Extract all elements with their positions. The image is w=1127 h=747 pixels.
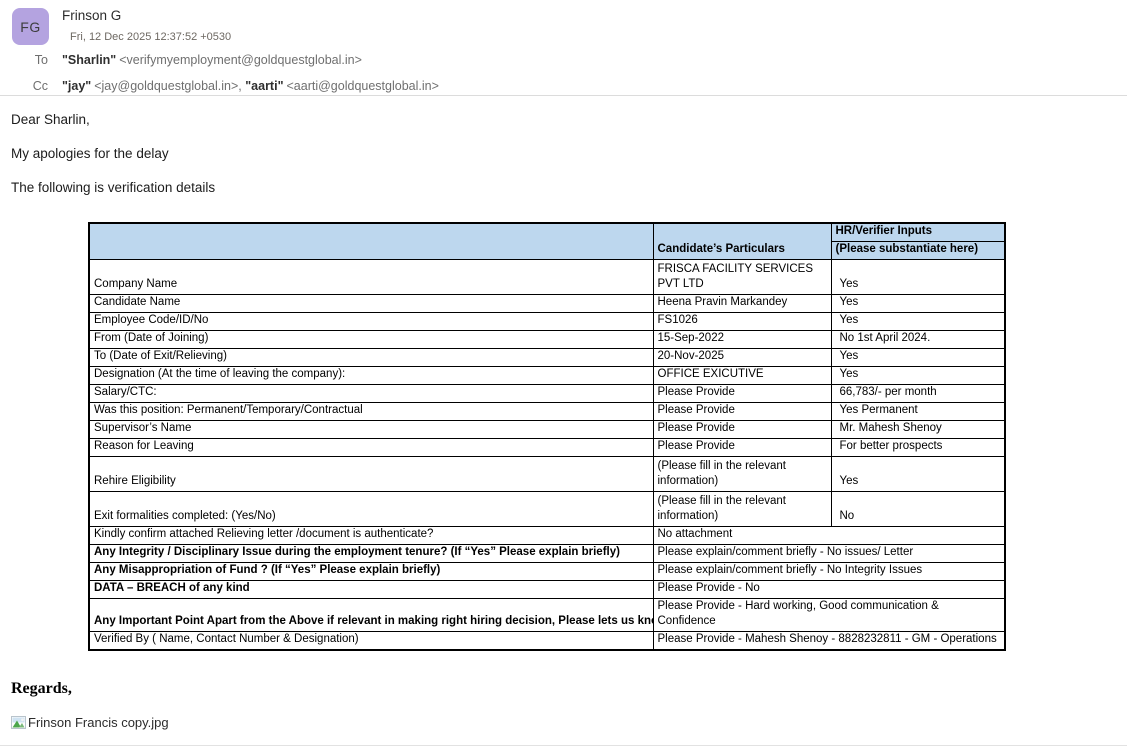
- row-particulars: Please Provide: [653, 439, 831, 457]
- row-particulars: Please explain/comment briefly - No issu…: [653, 545, 1005, 563]
- row-particulars: FS1026: [653, 313, 831, 331]
- table-row: Company NameFRISCA FACILITY SERVICES PVT…: [89, 260, 1005, 295]
- row-label: Reason for Leaving: [89, 439, 653, 457]
- table-row: To (Date of Exit/Relieving)20-Nov-2025Ye…: [89, 349, 1005, 367]
- recipient-name[interactable]: "aarti": [245, 79, 283, 93]
- header-hr-verifier-inputs: HR/Verifier Inputs: [831, 223, 1005, 242]
- row-label: Rehire Eligibility: [89, 457, 653, 492]
- table-row: Salary/CTC:Please Provide66,783/- per mo…: [89, 385, 1005, 403]
- row-label: Company Name: [89, 260, 653, 295]
- recipient-name[interactable]: "jay": [62, 79, 91, 93]
- row-particulars: Please Provide - Mahesh Shenoy - 8828232…: [653, 632, 1005, 651]
- cc-recipients: "jay"<jay@goldquestglobal.in>, "aarti"<a…: [62, 79, 439, 93]
- row-verifier-input: No 1st April 2024.: [831, 331, 1005, 349]
- header-divider: [0, 95, 1127, 96]
- recipient-address[interactable]: <aarti@goldquestglobal.in>: [287, 79, 439, 93]
- row-verifier-input: Mr. Mahesh Shenoy: [831, 421, 1005, 439]
- table-row: Any Integrity / Disciplinary Issue durin…: [89, 545, 1005, 563]
- row-verifier-input: Yes: [831, 349, 1005, 367]
- row-label: Designation (At the time of leaving the …: [89, 367, 653, 385]
- row-particulars: Please explain/comment briefly - No Inte…: [653, 563, 1005, 581]
- row-particulars: Heena Pravin Markandey: [653, 295, 831, 313]
- avatar[interactable]: FG: [12, 8, 49, 45]
- table-header-row: Candidate’s Particulars HR/Verifier Inpu…: [89, 223, 1005, 242]
- row-particulars: Please Provide: [653, 421, 831, 439]
- to-recipients: "Sharlin"<verifymyemployment@goldquestgl…: [62, 53, 362, 67]
- table-row: Employee Code/ID/NoFS1026Yes: [89, 313, 1005, 331]
- row-label: Any Misappropriation of Fund ? (If “Yes”…: [89, 563, 653, 581]
- table-row: Supervisor’s NamePlease ProvideMr. Mahes…: [89, 421, 1005, 439]
- greeting: Dear Sharlin,: [11, 112, 90, 127]
- row-particulars: Please Provide - Hard working, Good comm…: [653, 599, 1005, 632]
- to-row: To "Sharlin"<verifymyemployment@goldques…: [0, 53, 362, 67]
- table-row: Any Misappropriation of Fund ? (If “Yes”…: [89, 563, 1005, 581]
- row-verifier-input: Yes: [831, 295, 1005, 313]
- row-label: From (Date of Joining): [89, 331, 653, 349]
- table-row: DATA – BREACH of any kindPlease Provide …: [89, 581, 1005, 599]
- header-candidates-particulars: Candidate’s Particulars: [653, 223, 831, 260]
- row-label: Candidate Name: [89, 295, 653, 313]
- bottom-divider: [0, 745, 1127, 746]
- row-particulars: Please Provide - No: [653, 581, 1005, 599]
- row-verifier-input: No: [831, 492, 1005, 527]
- body-line-1: My apologies for the delay: [11, 146, 169, 161]
- table-row: Candidate NameHeena Pravin MarkandeyYes: [89, 295, 1005, 313]
- row-particulars: (Please fill in the relevant information…: [653, 492, 831, 527]
- row-verifier-input: Yes: [831, 260, 1005, 295]
- row-particulars: Please Provide: [653, 403, 831, 421]
- table-row: Exit formalities completed: (Yes/No)(Ple…: [89, 492, 1005, 527]
- table-row: Designation (At the time of leaving the …: [89, 367, 1005, 385]
- cc-row: Cc "jay"<jay@goldquestglobal.in>, "aarti…: [0, 79, 439, 93]
- table-row: Verified By ( Name, Contact Number & Des…: [89, 632, 1005, 651]
- row-particulars: FRISCA FACILITY SERVICES PVT LTD: [653, 260, 831, 295]
- row-label: DATA – BREACH of any kind: [89, 581, 653, 599]
- table-row: Reason for LeavingPlease ProvideFor bett…: [89, 439, 1005, 457]
- row-label: Any Integrity / Disciplinary Issue durin…: [89, 545, 653, 563]
- row-particulars: (Please fill in the relevant information…: [653, 457, 831, 492]
- row-particulars: No attachment: [653, 527, 1005, 545]
- table-row: Was this position: Permanent/Temporary/C…: [89, 403, 1005, 421]
- avatar-initials: FG: [20, 19, 40, 35]
- table-row: Rehire Eligibility(Please fill in the re…: [89, 457, 1005, 492]
- broken-image-icon: [11, 716, 27, 730]
- row-verifier-input: Yes Permanent: [831, 403, 1005, 421]
- row-particulars: 20-Nov-2025: [653, 349, 831, 367]
- body-line-2: The following is verification details: [11, 180, 215, 195]
- row-verifier-input: Yes: [831, 367, 1005, 385]
- table-row: Any Important Point Apart from the Above…: [89, 599, 1005, 632]
- row-label: To (Date of Exit/Relieving): [89, 349, 653, 367]
- table-row: Kindly confirm attached Relieving letter…: [89, 527, 1005, 545]
- row-label: Supervisor’s Name: [89, 421, 653, 439]
- email-date: Fri, 12 Dec 2025 12:37:52 +0530: [70, 31, 231, 43]
- to-label: To: [0, 53, 48, 67]
- row-verifier-input: For better prospects: [831, 439, 1005, 457]
- row-particulars: 15-Sep-2022: [653, 331, 831, 349]
- attachment-line: Frinson Francis copy.jpg: [11, 715, 169, 730]
- table-body: Company NameFRISCA FACILITY SERVICES PVT…: [89, 260, 1005, 651]
- row-verifier-input: Yes: [831, 313, 1005, 331]
- sender-name[interactable]: Frinson G: [62, 8, 121, 23]
- row-label: Salary/CTC:: [89, 385, 653, 403]
- row-verifier-input: Yes: [831, 457, 1005, 492]
- recipient-address[interactable]: <verifymyemployment@goldquestglobal.in>: [119, 53, 362, 67]
- verification-table: Candidate’s Particulars HR/Verifier Inpu…: [88, 222, 1006, 651]
- cc-label: Cc: [0, 79, 48, 93]
- row-label: Verified By ( Name, Contact Number & Des…: [89, 632, 653, 651]
- regards: Regards,: [11, 680, 72, 698]
- email-view: FG Frinson G Fri, 12 Dec 2025 12:37:52 +…: [0, 0, 1127, 747]
- header-empty-cell: [89, 223, 653, 260]
- attachment-name[interactable]: Frinson Francis copy.jpg: [28, 715, 169, 730]
- row-label: Employee Code/ID/No: [89, 313, 653, 331]
- row-label: Any Important Point Apart from the Above…: [89, 599, 653, 632]
- row-label: Kindly confirm attached Relieving letter…: [89, 527, 653, 545]
- row-label: Was this position: Permanent/Temporary/C…: [89, 403, 653, 421]
- table-row: From (Date of Joining)15-Sep-2022No 1st …: [89, 331, 1005, 349]
- header-please-substantiate: (Please substantiate here): [831, 242, 1005, 260]
- row-particulars: Please Provide: [653, 385, 831, 403]
- row-verifier-input: 66,783/- per month: [831, 385, 1005, 403]
- recipient-address[interactable]: <jay@goldquestglobal.in>: [94, 79, 238, 93]
- row-particulars: OFFICE EXICUTIVE: [653, 367, 831, 385]
- row-label: Exit formalities completed: (Yes/No): [89, 492, 653, 527]
- recipient-name[interactable]: "Sharlin": [62, 53, 116, 67]
